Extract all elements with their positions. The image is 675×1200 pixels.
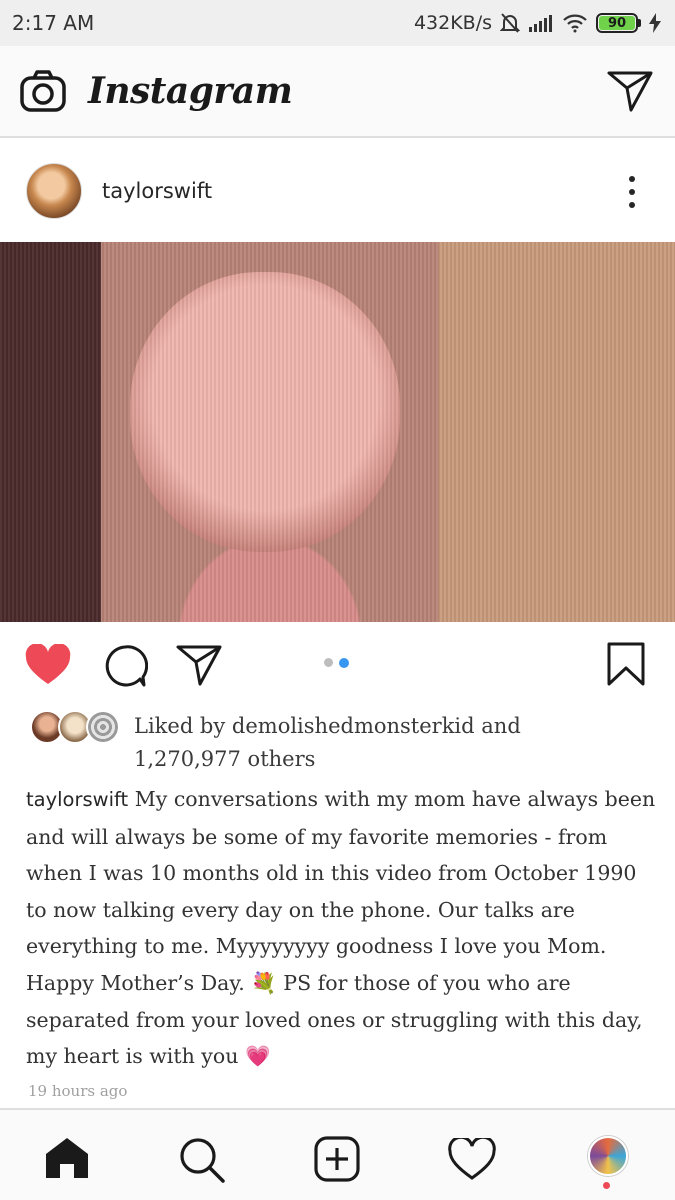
app-bar: Instagram [0,46,675,138]
liked-by-text[interactable]: Liked by demolishedmonsterkid and 1,270,… [134,710,554,776]
status-time: 2:17 AM [12,11,95,35]
wifi-icon [563,14,587,33]
camera-icon[interactable] [20,70,66,112]
post-avatar[interactable] [26,163,82,219]
share-icon[interactable] [176,644,222,686]
liker-avatar [86,710,120,744]
comment-icon[interactable] [102,644,148,688]
activity-icon[interactable] [448,1138,496,1180]
heart-icon[interactable] [24,644,72,686]
post-image-subject [130,272,400,552]
post-header: taylorswift [0,140,675,242]
mute-bell-icon [500,13,520,33]
battery-indicator: 90 [596,13,641,33]
bottom-nav [0,1108,675,1200]
network-speed: 432KB/s [413,12,492,34]
post-actions [0,630,675,700]
status-bar: 2:17 AM 432KB/s 90 [0,0,675,46]
charging-icon [649,13,661,33]
notification-dot [603,1182,610,1189]
profile-tab[interactable] [588,1136,628,1189]
likes-section[interactable]: Liked by demolishedmonsterkid and 1,270,… [30,710,650,780]
profile-avatar[interactable] [588,1136,628,1176]
carousel-indicator [324,658,349,668]
direct-message-icon[interactable] [607,70,653,112]
post-timestamp: 19 hours ago [28,1082,128,1100]
carousel-dot-active [339,658,349,668]
post-media[interactable] [0,242,675,622]
carousel-dot [324,658,333,667]
app-logo: Instagram [88,70,293,112]
liker-avatars [30,710,126,746]
battery-level: 90 [599,16,635,31]
new-post-icon[interactable] [314,1136,360,1182]
caption-text: My conversations with my mom have always… [26,787,656,1069]
more-options-icon[interactable] [627,176,637,208]
post-caption: taylorswift My conversations with my mom… [26,781,656,1075]
signal-icon [529,15,552,32]
status-indicators: 432KB/s 90 [414,12,661,34]
search-icon[interactable] [178,1136,226,1184]
home-icon[interactable] [44,1136,90,1180]
bookmark-icon[interactable] [606,642,646,686]
post-username[interactable]: taylorswift [102,179,212,203]
caption-username[interactable]: taylorswift [26,788,128,811]
